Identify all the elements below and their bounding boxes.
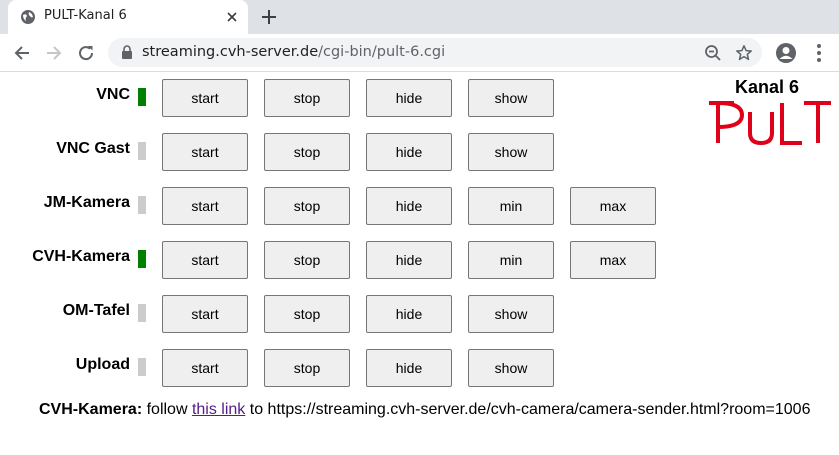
footer-text-after: to https://streaming.cvh-server.de/cvh-c… (249, 401, 811, 418)
footer-note: CVH-Kamera: follow this link to https://… (39, 401, 810, 419)
status-indicator (138, 250, 146, 268)
hide-button[interactable]: hide (366, 187, 452, 225)
browser-toolbar: streaming.cvh-server.de/cgi-bin/pult-6.c… (0, 34, 839, 72)
bookmark-star-icon[interactable] (735, 44, 753, 62)
stop-button[interactable]: stop (264, 241, 350, 279)
close-icon[interactable] (224, 9, 240, 25)
row-label: VNC (96, 86, 130, 103)
start-button[interactable]: start (162, 187, 248, 225)
url-path: /cgi-bin/pult-6.cgi (318, 44, 446, 60)
status-indicator (138, 196, 146, 214)
footer-label: CVH-Kamera: (39, 401, 143, 418)
hide-button[interactable]: hide (366, 295, 452, 333)
back-arrow-icon[interactable] (11, 42, 33, 64)
stop-button[interactable]: stop (264, 295, 350, 333)
stop-button[interactable]: stop (264, 349, 350, 387)
status-indicator (138, 88, 146, 106)
address-bar[interactable]: streaming.cvh-server.de/cgi-bin/pult-6.c… (108, 38, 762, 67)
hide-button[interactable]: hide (366, 241, 452, 279)
tab-strip: PULT-Kanal 6 (0, 0, 839, 34)
menu-kebab-icon[interactable] (809, 42, 829, 64)
status-indicator (138, 142, 146, 160)
status-indicator (138, 358, 146, 376)
hide-button[interactable]: hide (366, 133, 452, 171)
show-button[interactable]: show (468, 295, 554, 333)
url-text[interactable]: streaming.cvh-server.de/cgi-bin/pult-6.c… (142, 44, 445, 60)
browser-tab[interactable]: PULT-Kanal 6 (8, 0, 248, 34)
show-button[interactable]: show (468, 133, 554, 171)
start-button[interactable]: start (162, 241, 248, 279)
hide-button[interactable]: hide (366, 349, 452, 387)
row-label: CVH-Kamera (32, 248, 130, 265)
row-label: Upload (75, 356, 130, 373)
lock-icon[interactable] (120, 45, 134, 59)
tab-title: PULT-Kanal 6 (44, 8, 127, 23)
row-label: VNC Gast (56, 140, 130, 157)
pult-logo (709, 101, 831, 146)
min-button[interactable]: min (468, 241, 554, 279)
page-content: Kanal 6 VNC start stop hide show VNC Gast star… (0, 72, 839, 455)
channel-title: Kanal 6 (735, 77, 800, 97)
start-button[interactable]: start (162, 295, 248, 333)
row-label: JM-Kamera (43, 194, 130, 211)
forward-arrow-icon[interactable] (43, 42, 65, 64)
footer-text-before: follow (146, 401, 188, 418)
zoom-out-icon[interactable] (704, 44, 722, 62)
globe-icon (21, 10, 35, 24)
min-button[interactable]: min (468, 187, 554, 225)
profile-avatar-icon[interactable] (775, 42, 797, 64)
max-button[interactable]: max (570, 187, 656, 225)
new-tab-icon[interactable] (259, 7, 279, 27)
show-button[interactable]: show (468, 79, 554, 117)
status-indicator (138, 304, 146, 322)
camera-sender-link[interactable]: this link (192, 401, 245, 418)
hide-button[interactable]: hide (366, 79, 452, 117)
reload-icon[interactable] (75, 42, 97, 64)
start-button[interactable]: start (162, 79, 248, 117)
show-button[interactable]: show (468, 349, 554, 387)
stop-button[interactable]: stop (264, 79, 350, 117)
start-button[interactable]: start (162, 133, 248, 171)
url-host: streaming.cvh-server.de (142, 44, 319, 60)
row-label: OM-Tafel (62, 302, 130, 319)
start-button[interactable]: start (162, 349, 248, 387)
stop-button[interactable]: stop (264, 187, 350, 225)
max-button[interactable]: max (570, 241, 656, 279)
stop-button[interactable]: stop (264, 133, 350, 171)
